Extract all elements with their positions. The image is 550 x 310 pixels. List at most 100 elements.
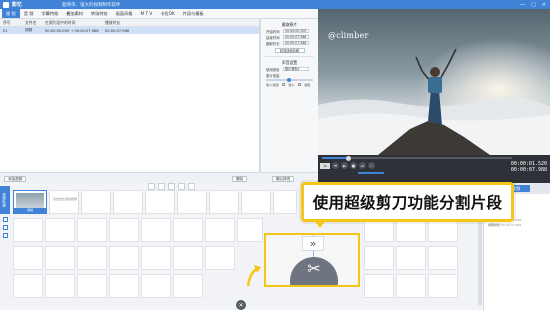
tab-mtv[interactable]: M T V — [137, 9, 157, 18]
close-button[interactable]: × — [542, 2, 546, 8]
empty-slot[interactable] — [45, 274, 75, 298]
volume-label: 原片音量 — [266, 73, 280, 78]
prev-icon[interactable]: ⏮ — [332, 162, 339, 169]
play-icon[interactable]: ▶ — [341, 162, 348, 169]
empty-slot[interactable] — [173, 218, 203, 242]
title-bar: 影忆 超简单、强大的视频制作软件 — □ × — [0, 0, 550, 9]
fade-out-label: 淡出 — [304, 83, 311, 87]
empty-slot[interactable]: 双击此处添加视频 — [49, 190, 79, 214]
clip-caption: 视频 — [14, 208, 46, 213]
empty-slot[interactable] — [81, 190, 111, 214]
empty-slot[interactable] — [205, 246, 235, 270]
video-clip[interactable]: 视频 — [13, 190, 47, 214]
empty-slot[interactable] — [205, 218, 235, 242]
empty-slot[interactable] — [241, 190, 271, 214]
fullscreen-icon[interactable]: ⛶ — [368, 162, 375, 169]
tab-karaoke[interactable]: 卡拉OK — [156, 9, 178, 18]
empty-slot[interactable] — [13, 246, 43, 270]
player-controls: 1x ⏮ ▶ ■ ⏭ ⛶ 00:00:01.520 00:00:07.988 — [318, 155, 550, 185]
delete-button[interactable]: 删除 — [232, 176, 248, 182]
end-time-field[interactable]: 00:00:07.988 — [283, 34, 309, 40]
empty-slot[interactable] — [109, 246, 139, 270]
close-circle-icon[interactable]: ✕ — [236, 300, 246, 310]
empty-slot[interactable] — [209, 190, 239, 214]
watermark-text: @climber — [328, 31, 369, 40]
empty-slot[interactable] — [173, 274, 203, 298]
table-row[interactable]: 01 视频 00:00:00.000 → 00:00:07.988 00:00:… — [0, 27, 259, 34]
tab-subtitle[interactable]: 字幕特效 — [37, 9, 62, 18]
next-icon[interactable]: ⏭ — [359, 162, 366, 169]
speed-select[interactable]: 1x — [320, 162, 330, 169]
clip-table-header: 序号 文件名 在源片段中的时间 播放时长 — [0, 19, 259, 27]
tab-video[interactable]: 视 频 — [2, 9, 20, 18]
scissors-button[interactable]: ✂ — [290, 257, 338, 285]
empty-slot[interactable] — [45, 218, 75, 242]
empty-slot[interactable] — [364, 274, 394, 298]
tab-style[interactable]: 画面风格 — [112, 9, 137, 18]
col-name: 文件名 — [25, 19, 37, 25]
empty-slot[interactable] — [45, 246, 75, 270]
info-key: 剪辑时长: — [488, 222, 502, 227]
empty-slot[interactable] — [273, 190, 297, 214]
volume-slider[interactable] — [266, 78, 313, 82]
empty-slot[interactable] — [177, 190, 207, 214]
row-name: 视频 — [25, 28, 33, 32]
progress-bar[interactable] — [322, 155, 512, 161]
stop-icon[interactable]: ■ — [350, 162, 357, 169]
empty-slot[interactable] — [428, 274, 458, 298]
empty-slot[interactable] — [141, 274, 171, 298]
tool-icon[interactable] — [168, 183, 175, 190]
end-label: 结束时间 — [266, 35, 280, 40]
tab-overlay[interactable]: 叠加素材 — [62, 9, 87, 18]
empty-slot[interactable] — [364, 246, 394, 270]
start-time-field[interactable]: 00:00:00.000 — [283, 28, 309, 34]
duration-field[interactable]: 00:00:07.988 — [283, 40, 309, 46]
empty-slot[interactable] — [13, 274, 43, 298]
empty-slot[interactable] — [396, 274, 426, 298]
empty-slot[interactable] — [109, 274, 139, 298]
video-track-tab[interactable]: 视频轨道 — [0, 186, 10, 214]
empty-slot[interactable] — [77, 246, 107, 270]
empty-slot[interactable] — [237, 218, 263, 242]
app-logo-icon — [3, 1, 9, 8]
empty-slot[interactable] — [173, 246, 203, 270]
empty-slot[interactable] — [109, 218, 139, 242]
tab-templates[interactable]: 片段与模板 — [179, 9, 208, 18]
tool-icon[interactable] — [178, 183, 185, 190]
add-hint: 双击此处添加视频 — [52, 197, 77, 201]
tool-icon[interactable] — [158, 183, 165, 190]
empty-slot[interactable] — [145, 190, 175, 214]
tool-icon[interactable] — [188, 183, 195, 190]
empty-slot[interactable] — [77, 274, 107, 298]
tool-icon[interactable] — [148, 183, 155, 190]
empty-slot[interactable] — [428, 246, 458, 270]
track-tool-icon[interactable] — [3, 233, 8, 238]
empty-slot[interactable] — [113, 190, 143, 214]
audio-track-select[interactable]: 原片音轨1 — [283, 66, 309, 72]
tab-audio[interactable]: 音 频 — [20, 9, 38, 18]
tab-transition[interactable]: 转场特技 — [87, 9, 112, 18]
row-range: 00:00:00.000 → 00:00:07.988 — [45, 28, 99, 33]
empty-slot[interactable] — [396, 246, 426, 270]
volume-bar[interactable] — [358, 172, 384, 174]
progress-handle[interactable] — [346, 155, 351, 161]
fade-in-checkbox[interactable] — [281, 82, 286, 87]
scissors-icon: ✂ — [307, 259, 321, 278]
empty-slot[interactable] — [77, 218, 107, 242]
empty-slot[interactable] — [13, 218, 43, 242]
clip-thumbnail — [16, 193, 44, 208]
maximize-button[interactable]: □ — [531, 2, 536, 8]
divider — [265, 56, 314, 57]
add-video-button[interactable]: 添加视频 — [4, 176, 27, 182]
minimize-button[interactable]: — — [520, 2, 525, 8]
confirm-edit-button[interactable]: 确认修改 — [272, 176, 295, 182]
callout-banner: 使用超级剪刀功能分割片段 — [301, 182, 514, 228]
video-preview[interactable]: @climber — [318, 9, 550, 155]
empty-slot[interactable] — [141, 218, 171, 242]
fade-out-checkbox[interactable] — [297, 82, 302, 87]
track-tool-icon[interactable] — [3, 225, 8, 230]
audio-track-label: 使用音轨 — [266, 67, 280, 72]
precise-cut-button[interactable]: 精准逐帧剪辑 — [274, 48, 305, 53]
track-tool-icon[interactable] — [3, 217, 8, 222]
empty-slot[interactable] — [141, 246, 171, 270]
